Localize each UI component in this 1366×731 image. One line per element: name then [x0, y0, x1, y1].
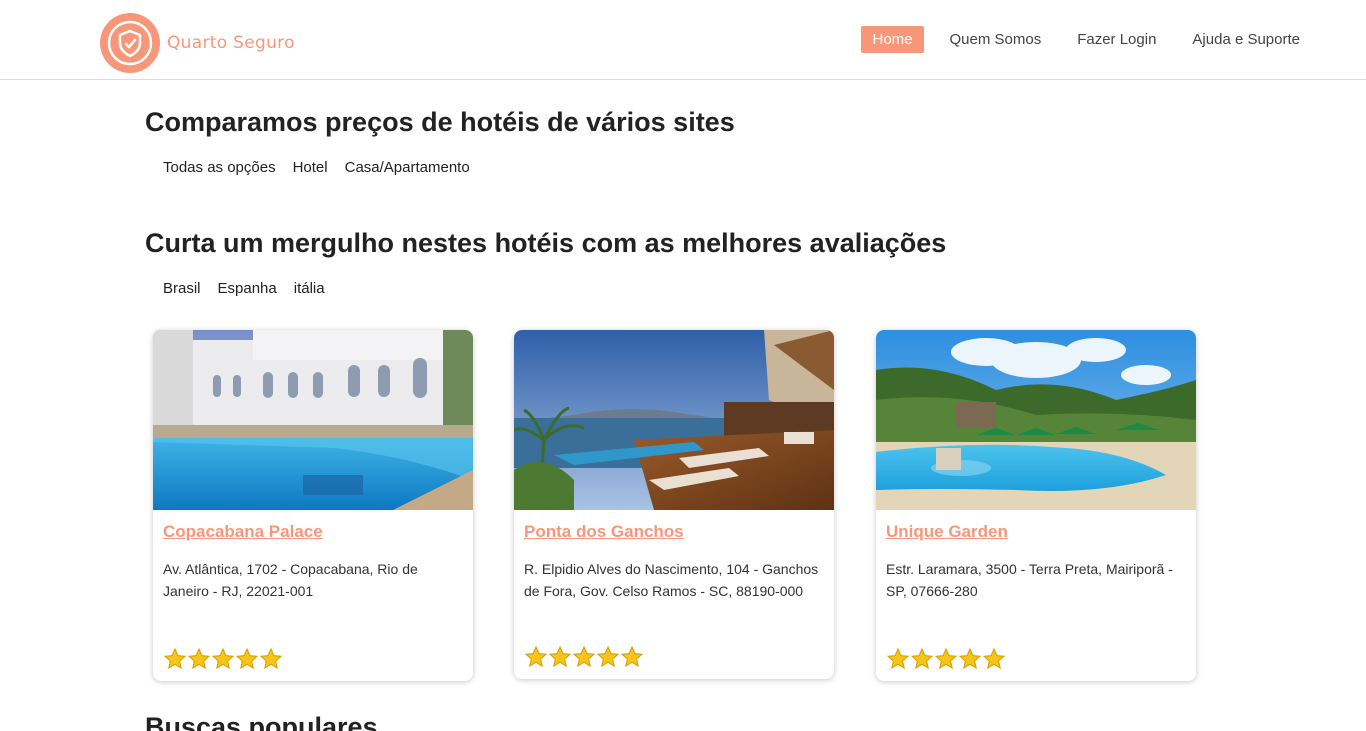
star-icon: [982, 647, 1006, 670]
hotel-address: Av. Atlântica, 1702 - Copacabana, Rio de…: [163, 561, 418, 599]
popular-searches-heading: Buscas populares: [145, 712, 378, 731]
hotel-address: Estr. Laramara, 3500 - Terra Preta, Mair…: [886, 561, 1173, 599]
star-icon: [934, 647, 958, 670]
hotel-card: Unique Garden Estr. Laramara, 3500 - Ter…: [876, 330, 1196, 681]
star-rating: [163, 647, 283, 671]
star-icon: [259, 647, 283, 670]
hotel-name-link[interactable]: Copacabana Palace: [163, 522, 463, 542]
star-icon: [910, 647, 934, 670]
hotel-name-link[interactable]: Unique Garden: [886, 522, 1186, 542]
hotel-photo: [514, 330, 834, 510]
star-icon: [524, 645, 548, 668]
star-icon: [548, 645, 572, 668]
hotel-card: Copacabana Palace Av. Atlântica, 1702 - …: [153, 330, 473, 681]
hotel-address: R. Elpidio Alves do Nascimento, 104 - Ga…: [524, 561, 819, 599]
filter-hotel[interactable]: Hotel: [293, 159, 328, 176]
filter-brasil[interactable]: Brasil: [163, 280, 201, 297]
nav-fazer-login[interactable]: Fazer Login: [1077, 26, 1156, 53]
star-rating: [886, 647, 1006, 671]
nav-home[interactable]: Home: [861, 26, 924, 53]
star-icon: [572, 645, 596, 668]
star-icon: [211, 647, 235, 670]
top-navbar: Quarto Seguro Home Quem Somos Fazer Logi…: [0, 0, 1366, 80]
filter-todas-opcoes[interactable]: Todas as opções: [163, 159, 276, 176]
nav-quem-somos[interactable]: Quem Somos: [950, 26, 1042, 53]
hotel-card: Ponta dos Ganchos R. Elpidio Alves do Na…: [514, 330, 834, 679]
country-filter-tabs: Brasil Espanha itália: [163, 280, 342, 297]
compare-heading: Comparamos preços de hotéis de vários si…: [145, 107, 735, 137]
nav-ajuda-suporte[interactable]: Ajuda e Suporte: [1192, 26, 1300, 53]
filter-espanha[interactable]: Espanha: [218, 280, 277, 297]
shield-logo-icon: [100, 13, 160, 73]
brand-name: Quarto Seguro: [167, 33, 295, 53]
brand-logo[interactable]: Quarto Seguro: [100, 13, 295, 73]
top-rated-heading: Curta um mergulho nestes hotéis com as m…: [145, 228, 947, 258]
star-icon: [886, 647, 910, 670]
filter-casa-apartamento[interactable]: Casa/Apartamento: [345, 159, 470, 176]
star-icon: [187, 647, 211, 670]
hotel-name-link[interactable]: Ponta dos Ganchos: [524, 522, 824, 542]
star-icon: [596, 645, 620, 668]
hotel-photo: [153, 330, 473, 510]
hotel-photo: [876, 330, 1196, 510]
star-rating: [524, 645, 644, 669]
star-icon: [958, 647, 982, 670]
star-icon: [235, 647, 259, 670]
main-nav: Home Quem Somos Fazer Login Ajuda e Supo…: [861, 26, 1300, 53]
compare-filter-tabs: Todas as opções Hotel Casa/Apartamento: [163, 159, 487, 176]
star-icon: [163, 647, 187, 670]
filter-italia[interactable]: itália: [294, 280, 325, 297]
star-icon: [620, 645, 644, 668]
